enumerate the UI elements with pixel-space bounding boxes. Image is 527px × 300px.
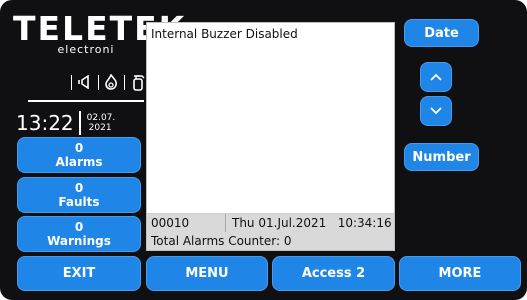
alarms-count: 0	[74, 141, 84, 155]
menu-button-label: MENU	[185, 266, 229, 281]
number-button-label: Number	[412, 149, 471, 165]
faults-count: 0	[74, 181, 84, 195]
brand-name: TELETEK	[13, 9, 187, 48]
clock-time: 13:22	[16, 111, 74, 135]
counter-row: Total Alarms Counter: 0	[147, 232, 394, 250]
event-id: 00010	[151, 216, 190, 230]
access-level-button[interactable]: Access 2	[272, 256, 395, 291]
exit-button-label: EXIT	[62, 266, 96, 281]
alarms-button[interactable]: 0 Alarms	[17, 137, 141, 173]
brand-logo: TELETEK electroni	[13, 9, 187, 56]
status-icons-bar	[65, 72, 145, 92]
clock-divider	[78, 111, 81, 135]
status-separator	[97, 74, 99, 90]
faults-button[interactable]: 0 Faults	[17, 177, 141, 213]
display-message: Internal Buzzer Disabled	[151, 27, 298, 41]
logo-divider	[28, 100, 144, 102]
clock: 13:22 02.07. 2021	[16, 108, 115, 138]
clock-date-year: 2021	[88, 123, 112, 133]
event-row-separator	[225, 214, 226, 232]
number-button[interactable]: Number	[404, 143, 479, 171]
scroll-down-button[interactable]	[420, 96, 452, 126]
date-button[interactable]: Date	[404, 19, 479, 47]
date-button-label: Date	[424, 25, 459, 41]
clock-date: 02.07. 2021	[87, 113, 116, 133]
event-timestamp: Thu 01.Jul.2021 10:34:16	[232, 216, 392, 230]
warnings-count: 0	[74, 220, 84, 234]
extinguisher-icon	[131, 73, 145, 91]
chevron-down-icon	[430, 107, 442, 115]
exit-button[interactable]: EXIT	[17, 256, 141, 291]
chevron-up-icon	[430, 73, 442, 81]
event-row: 00010 Thu 01.Jul.2021 10:34:16	[147, 213, 394, 232]
clock-date-day-month: 02.07.	[86, 113, 116, 123]
status-separator	[71, 74, 72, 90]
more-button-label: MORE	[438, 266, 482, 281]
scroll-up-button[interactable]	[420, 62, 452, 92]
control-panel: TELETEK electroni 13:22 02.07. 2021 0 Al…	[0, 0, 527, 300]
status-separator	[124, 74, 126, 90]
alarms-label: Alarms	[55, 155, 103, 169]
warnings-label: Warnings	[47, 234, 111, 248]
flame-icon	[104, 73, 118, 91]
lcd-display: Internal Buzzer Disabled 00010 Thu 01.Ju…	[146, 22, 395, 251]
warnings-button[interactable]: 0 Warnings	[17, 216, 141, 252]
menu-button[interactable]: MENU	[146, 256, 268, 291]
faults-label: Faults	[58, 195, 100, 209]
speaker-icon	[77, 73, 92, 91]
access-level-label: Access 2	[301, 266, 366, 281]
alarm-counter: Total Alarms Counter: 0	[151, 234, 292, 248]
more-button[interactable]: MORE	[399, 256, 521, 291]
